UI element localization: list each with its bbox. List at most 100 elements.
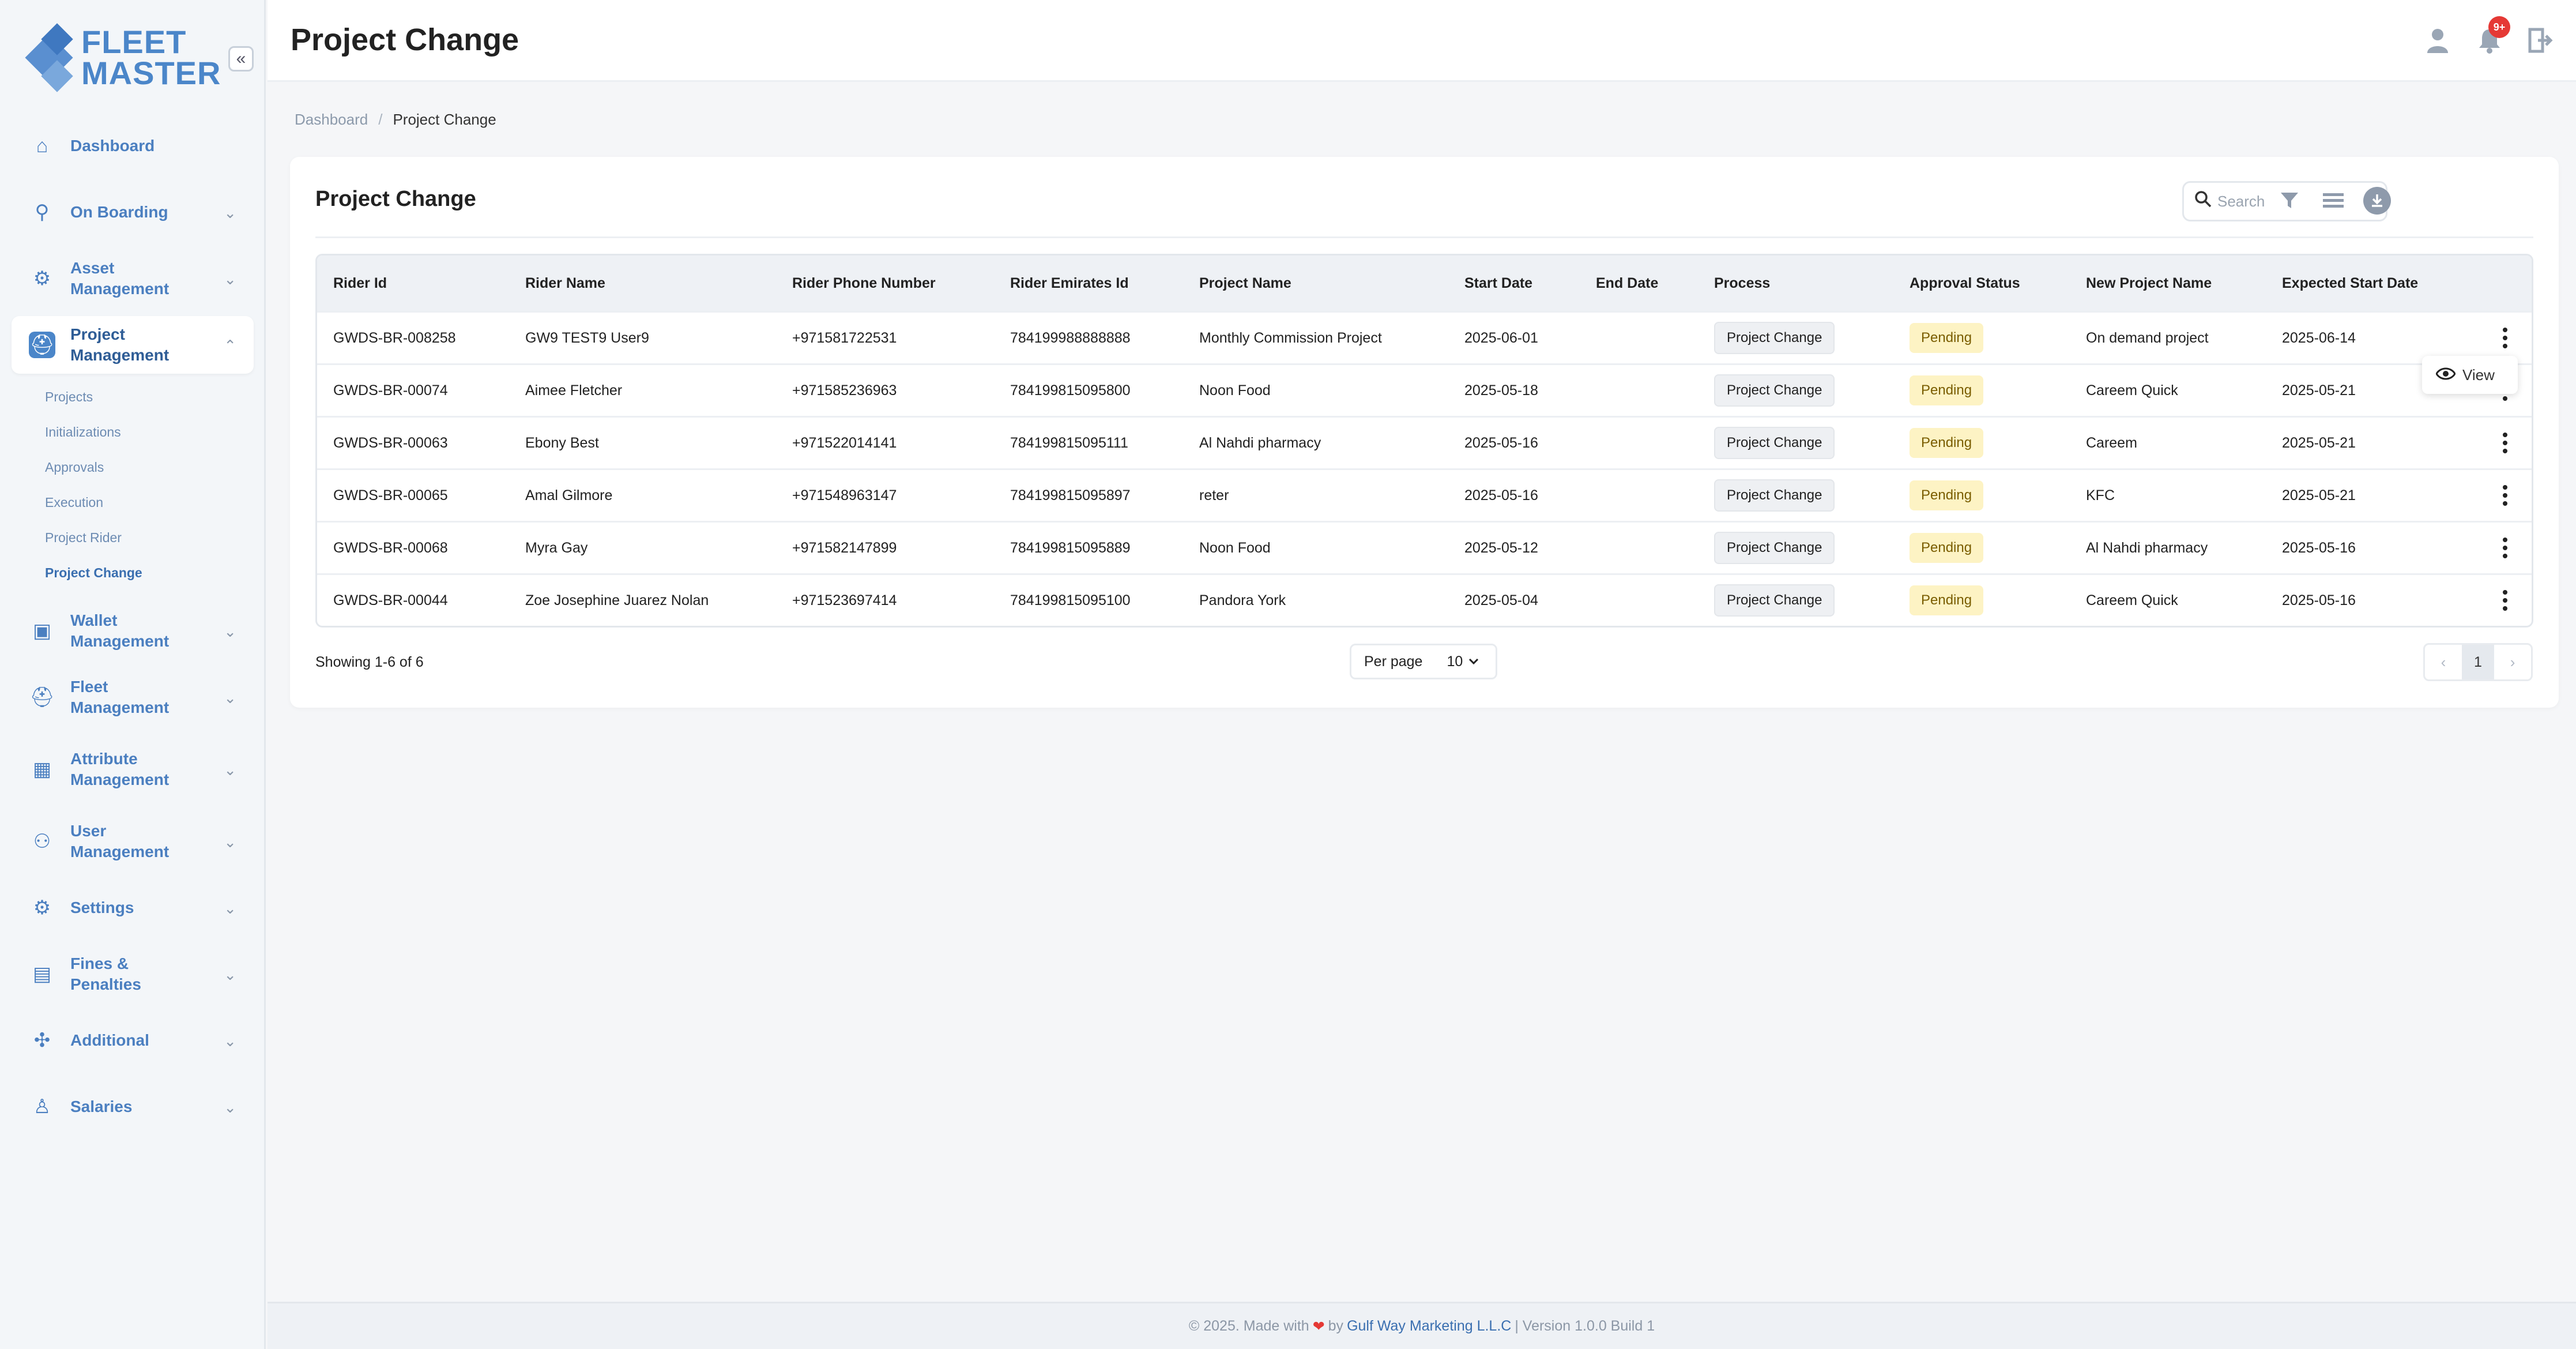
row-actions-kebab-icon[interactable]: [2496, 588, 2514, 613]
sidebar-item-fines-penalties[interactable]: ▤ Fines & Penalties ⌄: [12, 945, 254, 1003]
next-page-button[interactable]: ›: [2494, 653, 2531, 671]
card-title: Project Change: [315, 187, 476, 211]
cell-process: Project Change: [1698, 427, 1893, 459]
chevron-down-icon: ⌄: [224, 623, 236, 640]
table-row[interactable]: GWDS-BR-00044 Zoe Josephine Juarez Nolan…: [317, 573, 2532, 626]
status-badge: Pending: [1910, 480, 1984, 510]
column-header-new-project-name[interactable]: New Project Name: [2070, 275, 2266, 292]
cell-rider-id: GWDS-BR-00044: [333, 592, 448, 608]
page-1-button[interactable]: 1: [2461, 645, 2495, 679]
cell-expected-start-date: 2025-06-14: [2282, 329, 2356, 346]
footer-by: by: [1328, 1318, 1344, 1334]
cell-rider-phone: +971585236963: [792, 382, 897, 399]
breadcrumb-dashboard-link[interactable]: Dashboard: [295, 111, 368, 129]
column-header-rider-phone[interactable]: Rider Phone Number: [776, 275, 994, 292]
sidebar-item-label: Additional: [70, 1031, 149, 1049]
sidebar-item-label: Fines & Penalties: [70, 955, 141, 993]
sidebar-item-label: Dashboard: [70, 137, 155, 155]
status-badge: Pending: [1910, 428, 1984, 458]
table-row[interactable]: GWDS-BR-00065 Amal Gilmore +971548963147…: [317, 468, 2532, 521]
sidebar-item-label: Wallet Management: [70, 611, 170, 650]
eye-icon: [2435, 365, 2456, 385]
per-page-value: 10: [1447, 653, 1463, 670]
submenu-item-project-rider[interactable]: Project Rider: [45, 520, 254, 555]
cell-rider-name: Amal Gilmore: [525, 487, 613, 503]
submenu-item-initializations[interactable]: Initializations: [45, 415, 254, 450]
process-badge: Project Change: [1714, 374, 1835, 407]
columns-icon[interactable]: [2317, 185, 2349, 217]
sidebar-item-settings[interactable]: ⚙ Settings ⌄: [12, 879, 254, 937]
sidebar-item-salaries[interactable]: ♙ Salaries ⌄: [12, 1078, 254, 1136]
column-header-end-date[interactable]: End Date: [1580, 275, 1698, 292]
submenu-item-approvals[interactable]: Approvals: [45, 450, 254, 485]
sidebar-item-label: Asset Management: [70, 259, 170, 298]
sidebar-item-attribute-management[interactable]: ▦ Attribute Management ⌄: [12, 735, 254, 804]
sidebar-item-project-management[interactable]: ⛑ Project Management ⌃: [12, 316, 254, 374]
column-header-process[interactable]: Process: [1698, 275, 1893, 292]
status-badge: Pending: [1910, 323, 1984, 353]
cell-new-project-name: Al Nahdi pharmacy: [2086, 539, 2208, 556]
submenu-item-execution[interactable]: Execution: [45, 485, 254, 520]
sidebar-item-fleet-management[interactable]: ⛑ Fleet Management ⌄: [12, 668, 254, 726]
row-actions-kebab-icon[interactable]: [2496, 325, 2514, 351]
prev-page-button[interactable]: ‹: [2425, 653, 2462, 671]
cell-rider-phone: +971581722531: [792, 329, 897, 346]
per-page-control: Per page 10: [1350, 644, 1497, 679]
row-actions-kebab-icon[interactable]: [2496, 535, 2514, 561]
row-actions-kebab-icon[interactable]: [2496, 483, 2514, 508]
cell-rider-emirates-id: 784199988888888: [1010, 329, 1131, 346]
user-icon[interactable]: [2421, 24, 2454, 57]
row-action-view-button[interactable]: View: [2422, 356, 2518, 394]
view-label: View: [2462, 366, 2495, 384]
column-header-expected-start-date[interactable]: Expected Start Date: [2266, 275, 2439, 292]
filter-icon[interactable]: [2273, 185, 2306, 217]
sidebar-item-label: Settings: [70, 899, 134, 916]
column-header-rider-emirates-id[interactable]: Rider Emirates Id: [994, 275, 1183, 292]
sidebar-menu: ⌂ Dashboard ⚲ On Boarding ⌄ ⚙ Asset Mana…: [12, 117, 254, 1144]
cell-rider-emirates-id: 784199815095889: [1010, 539, 1131, 556]
table-row[interactable]: GWDS-BR-00068 Myra Gay +971582147899 784…: [317, 521, 2532, 573]
sidebar-item-additional[interactable]: ✣ Additional ⌄: [12, 1012, 254, 1069]
collapse-sidebar-button[interactable]: «: [228, 46, 254, 72]
column-header-approval-status[interactable]: Approval Status: [1893, 275, 2070, 292]
submenu-item-projects[interactable]: Projects: [45, 379, 254, 415]
project-icon: ⛑: [29, 332, 55, 358]
cell-rider-id: GWDS-BR-00068: [333, 539, 448, 556]
table-row[interactable]: GWDS-BR-00074 Aimee Fletcher +9715852369…: [317, 363, 2532, 416]
logout-icon[interactable]: [2524, 24, 2556, 57]
company-link[interactable]: Gulf Way Marketing L.L.C: [1347, 1318, 1511, 1335]
cell-approval-status: Pending: [1893, 533, 2070, 563]
column-header-rider-name[interactable]: Rider Name: [509, 275, 776, 292]
chevron-down-icon: ⌄: [224, 1099, 236, 1116]
cell-rider-name: Myra Gay: [525, 539, 588, 556]
sidebar-item-wallet-management[interactable]: ▣ Wallet Management ⌄: [12, 602, 254, 660]
breadcrumb: Dashboard / Project Change: [295, 111, 496, 129]
footer-prefix: © 2025. Made with: [1188, 1318, 1309, 1334]
cell-rider-id: GWDS-BR-008258: [333, 329, 456, 346]
table-row[interactable]: GWDS-BR-008258 GW9 TEST9 User9 +97158172…: [317, 311, 2532, 363]
column-header-start-date[interactable]: Start Date: [1448, 275, 1580, 292]
column-header-project-name[interactable]: Project Name: [1183, 275, 1448, 292]
cell-approval-status: Pending: [1893, 375, 2070, 405]
wallet-icon: ▣: [32, 620, 52, 642]
cell-rider-id: GWDS-BR-00065: [333, 487, 448, 503]
download-icon[interactable]: [2363, 187, 2391, 215]
cell-new-project-name: KFC: [2086, 487, 2115, 503]
additional-icon: ✣: [33, 1029, 51, 1051]
row-actions-kebab-icon[interactable]: [2496, 430, 2514, 456]
sidebar-item-dashboard[interactable]: ⌂ Dashboard: [12, 117, 254, 175]
column-header-rider-id[interactable]: Rider Id: [317, 275, 509, 292]
cell-process: Project Change: [1698, 532, 1893, 564]
fleet-master-logo[interactable]: FLEET MASTER: [25, 23, 221, 92]
fines-icon: ▤: [32, 963, 52, 985]
sidebar-item-asset-management[interactable]: ⚙ Asset Management ⌄: [12, 250, 254, 307]
per-page-select[interactable]: 10: [1447, 653, 1479, 670]
cell-rider-emirates-id: 784199815095100: [1010, 592, 1131, 608]
submenu-item-project-change[interactable]: Project Change: [45, 555, 254, 591]
cell-expected-start-date: 2025-05-21: [2282, 434, 2356, 451]
table-row[interactable]: GWDS-BR-00063 Ebony Best +971522014141 7…: [317, 416, 2532, 468]
sidebar-item-user-management[interactable]: ⚇ User Management ⌄: [12, 813, 254, 870]
sidebar-item-on-boarding[interactable]: ⚲ On Boarding ⌄: [12, 183, 254, 241]
users-icon: ⚇: [33, 831, 51, 852]
double-chevron-left-icon: «: [236, 49, 246, 68]
